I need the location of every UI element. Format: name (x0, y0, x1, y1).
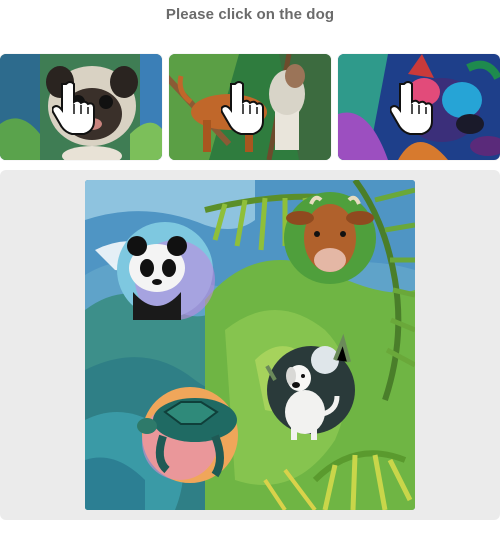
animal-panda[interactable] (117, 222, 213, 318)
challenge-panel (0, 170, 500, 520)
progress-dots (240, 531, 264, 535)
animal-turtle[interactable] (142, 387, 238, 483)
pointer-hand-icon (52, 81, 95, 135)
animal-cow[interactable] (284, 192, 376, 284)
example-image-colorful-dog (338, 54, 500, 160)
pointer-hand-icon (390, 81, 433, 135)
pointer-hand-icon (221, 81, 264, 135)
example-image-pug (0, 54, 162, 160)
footer (0, 528, 500, 536)
example-image-brown-dog (169, 54, 331, 160)
challenge-image[interactable] (85, 180, 415, 510)
animal-dog[interactable] (267, 346, 355, 434)
challenge-prompt: Please click on the dog (165, 6, 335, 23)
example-images-row (0, 54, 500, 160)
